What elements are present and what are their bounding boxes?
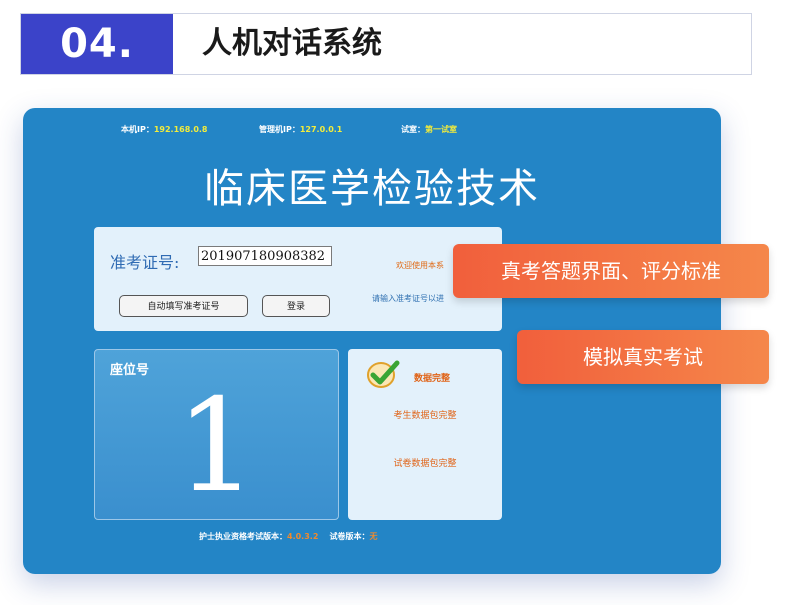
seat-number-panel: 座位号 1 — [94, 349, 339, 521]
admission-id-input[interactable]: 201907180908382 — [198, 246, 332, 266]
admin-ip-value: 127.0.0.1 — [299, 125, 343, 134]
data-status-panel: 数据完整 考生数据包完整 试卷数据包完整 — [348, 349, 502, 520]
paper-version: 无 — [369, 532, 378, 541]
host-ip-value: 192.168.0.8 — [153, 125, 208, 134]
section-number: 04. — [21, 14, 173, 74]
exam-room-value: 第一试室 — [425, 125, 457, 134]
callout-real-exam-interface: 真考答题界面、评分标准 — [453, 244, 769, 298]
version-footer: 护士执业资格考试版本：4.0.3.2 试卷版本：无 — [199, 532, 378, 541]
autofill-id-button[interactable]: 自动填写准考证号 — [119, 295, 248, 317]
exam-room-info: 试室：第一试室 — [401, 125, 457, 134]
admin-ip-info: 管理机IP：127.0.0.1 — [259, 125, 343, 134]
welcome-text: 欢迎使用本系 — [396, 261, 444, 270]
system-version: 4.0.3.2 — [287, 532, 319, 541]
callout-simulated-exam: 模拟真实考试 — [517, 330, 769, 384]
login-panel: 准考证号: 201907180908382 自动填写准考证号 登录 欢迎使用本系… — [94, 227, 502, 331]
seat-number: 1 — [175, 372, 258, 521]
section-header: 04. 人机对话系统 — [20, 13, 752, 75]
paper-package-status: 试卷数据包完整 — [393, 459, 457, 469]
host-ip-info: 本机IP：192.168.0.8 — [121, 125, 208, 134]
candidate-package-status: 考生数据包完整 — [393, 411, 457, 421]
admission-id-label: 准考证号: — [110, 253, 180, 272]
data-complete-text: 数据完整 — [414, 374, 451, 384]
check-circle-icon — [367, 360, 400, 388]
section-title: 人机对话系统 — [202, 26, 382, 61]
exam-subject-title: 临床医学检验技术 — [204, 166, 540, 212]
login-hint-text: 请输入准考证号以进 — [372, 294, 444, 303]
login-button[interactable]: 登录 — [262, 295, 330, 317]
